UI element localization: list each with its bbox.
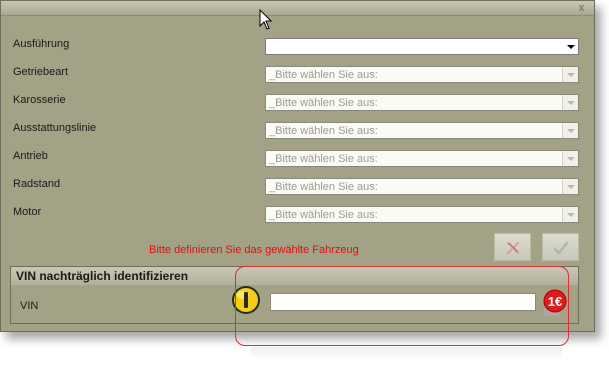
chevron-down-icon bbox=[562, 95, 578, 110]
karosserie-select: _Bitte wählen Sie aus: bbox=[265, 94, 579, 111]
chevron-down-icon bbox=[562, 179, 578, 194]
label-antrieb: Antrieb bbox=[13, 150, 48, 162]
cancel-button[interactable] bbox=[494, 233, 531, 261]
chevron-down-icon bbox=[562, 67, 578, 82]
check-icon bbox=[553, 241, 569, 255]
chevron-down-icon[interactable] bbox=[563, 39, 578, 54]
getriebeart-select: _Bitte wählen Sie aus: bbox=[265, 66, 579, 83]
chevron-down-icon bbox=[562, 207, 578, 222]
vin-label: VIN bbox=[20, 300, 39, 312]
title-bar[interactable]: x bbox=[1, 1, 594, 16]
label-karosserie: Karosserie bbox=[13, 94, 66, 106]
ausstattungslinie-select: _Bitte wählen Sie aus: bbox=[265, 122, 579, 139]
close-icon[interactable]: x bbox=[575, 2, 588, 14]
label-getriebeart: Getriebeart bbox=[13, 66, 69, 78]
chevron-down-icon bbox=[562, 123, 578, 138]
motor-select: _Bitte wählen Sie aus: bbox=[265, 206, 579, 223]
vin-highlight-box bbox=[235, 266, 569, 346]
mouse-cursor-icon bbox=[259, 9, 273, 30]
label-radstand: Radstand bbox=[13, 178, 61, 190]
label-motor: Motor bbox=[13, 206, 42, 218]
chevron-down-icon bbox=[562, 151, 578, 166]
highlight-shadow bbox=[250, 347, 562, 359]
confirm-button[interactable] bbox=[542, 233, 579, 261]
label-ausfuehrung: Ausführung bbox=[13, 38, 70, 50]
ausfuehrung-select[interactable] bbox=[265, 38, 579, 55]
x-icon bbox=[506, 241, 520, 255]
radstand-select: _Bitte wählen Sie aus: bbox=[265, 178, 579, 195]
antrieb-select: _Bitte wählen Sie aus: bbox=[265, 150, 579, 167]
hint-text: Bitte definieren Sie das gewählte Fahrze… bbox=[149, 244, 359, 256]
label-ausstattungslinie: Ausstattungslinie bbox=[13, 122, 97, 134]
